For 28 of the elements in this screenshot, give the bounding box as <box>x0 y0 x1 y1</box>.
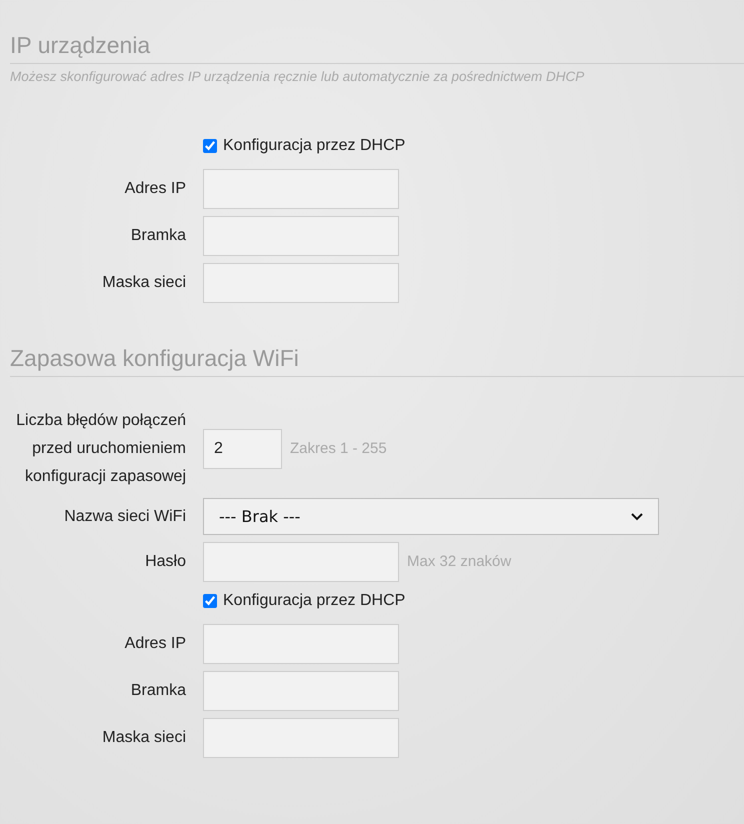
field-hint: Max 32 znaków <box>407 552 512 572</box>
section-title: Zapasowa konfiguracja WiFi <box>9 344 300 374</box>
checkbox-label: Konfiguracja przez DHCP <box>223 591 406 612</box>
field-label: Bramka <box>130 681 186 702</box>
field-label: Adres IP <box>124 634 186 654</box>
checkbox-label: Konfiguracja przez DHCP <box>223 136 406 156</box>
text-field[interactable] <box>203 542 399 582</box>
field-label: Adres IP <box>124 179 186 200</box>
text-field[interactable] <box>203 169 399 210</box>
text-field[interactable] <box>203 718 399 758</box>
section-description: Możesz skonfigurować adres IP urządzenia ręcznie lub automatycznie za pośrednictwem DHCP <box>9 68 586 86</box>
field-label: Maska sieci <box>102 728 186 748</box>
text-field[interactable] <box>203 671 399 712</box>
text-field[interactable] <box>203 263 399 304</box>
text-field[interactable] <box>203 216 399 256</box>
dhcp-checkbox[interactable] <box>203 139 217 154</box>
field-label: Nazwa sieci WiFi <box>64 506 186 527</box>
chevron-down-icon <box>631 512 643 521</box>
text-field[interactable] <box>203 624 399 664</box>
field-label: Bramka <box>130 226 186 246</box>
field-hint: Zakres 1 - 255 <box>290 439 387 459</box>
field-label: Liczba błędów połączeń przed uruchomieniem konfiguracji zapasowej <box>15 411 186 488</box>
wifi-select[interactable]: --- Brak --- <box>203 498 659 536</box>
section-title: IP urządzenia <box>9 31 152 60</box>
field-label: Maska sieci <box>102 273 186 294</box>
field-label: Hasło <box>145 552 186 572</box>
number-field[interactable]: 2 <box>203 429 282 470</box>
dhcp-checkbox[interactable] <box>203 594 217 608</box>
